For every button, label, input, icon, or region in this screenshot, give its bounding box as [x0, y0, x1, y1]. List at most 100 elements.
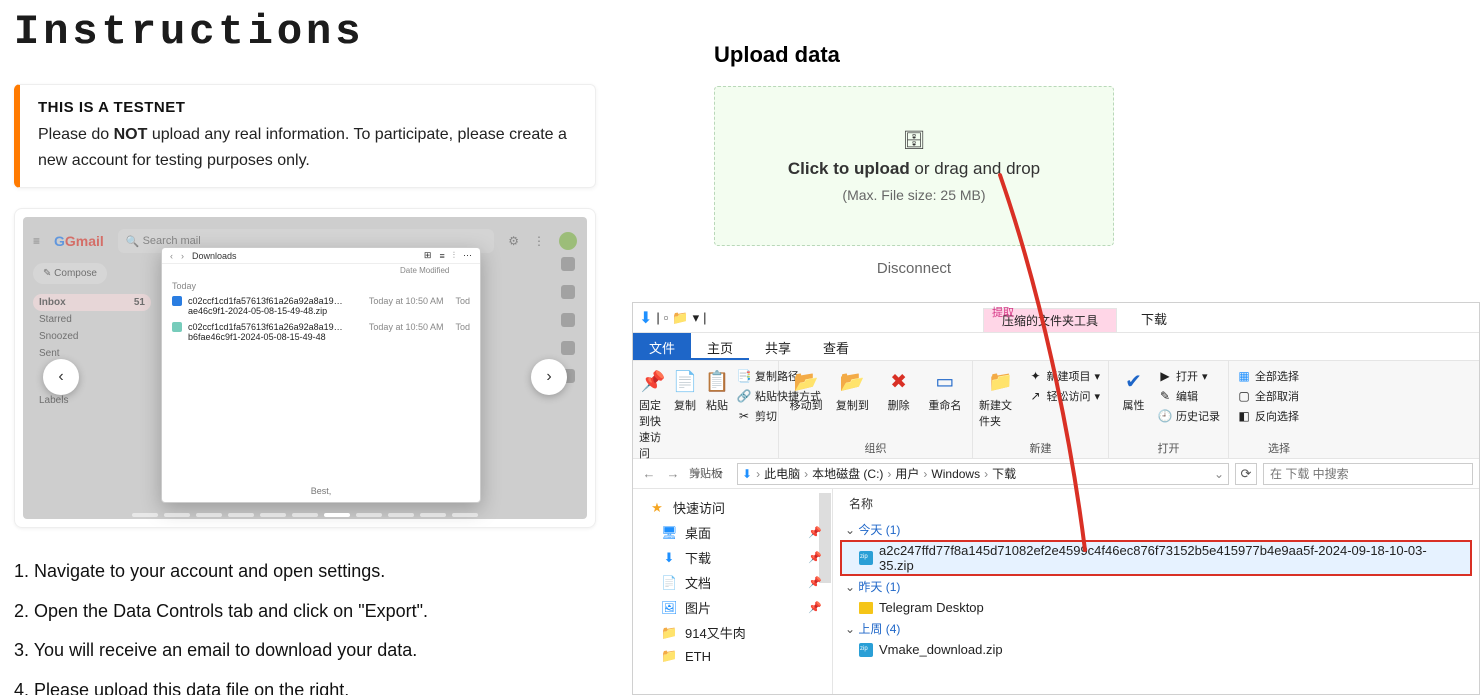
gmail-inbox: Inbox 51: [33, 294, 151, 311]
tab-file[interactable]: 文件: [633, 333, 691, 360]
folder-icon: [859, 602, 873, 614]
nav-downloads[interactable]: ⬇下载📌: [633, 545, 832, 570]
testnet-notice: THIS IS A TESTNET Please do NOT upload a…: [14, 84, 596, 188]
group-today[interactable]: 今天 (1): [841, 518, 1471, 541]
nav-buttons[interactable]: ←→▾↑: [639, 466, 731, 482]
drop-sub: (Max. File size: 25 MB): [842, 187, 985, 203]
gmail-snoozed: Snoozed: [33, 328, 151, 345]
carousel-next-button[interactable]: ›: [531, 359, 567, 395]
delete-button[interactable]: ✖删除: [878, 365, 920, 415]
finder-title: Downloads: [192, 251, 237, 261]
nav-f2[interactable]: 📁ETH: [633, 645, 832, 667]
tab-home[interactable]: 主页: [691, 333, 749, 360]
upload-dropzone[interactable]: 🗄 Click to upload or drag and drop (Max.…: [714, 86, 1114, 246]
ribbon: 📌固定到快速访问 📄复制 📋粘贴 📑复制路径 🔗粘贴快捷方式 ✂剪切 剪贴板 📂…: [633, 361, 1479, 459]
carousel-prev-button[interactable]: ‹: [43, 359, 79, 395]
moveto-button[interactable]: 📂移动到: [785, 365, 827, 415]
finder-window: ‹›Downloads⊞≡⫶⋯ Date Modified Today c02c…: [161, 247, 481, 503]
edit-button[interactable]: ✎编辑: [1156, 387, 1222, 405]
file-selected[interactable]: a2c247ffd77f8a145d71082ef2e4599c4f46ec87…: [841, 541, 1471, 575]
finder-row1: c02ccf1cd1fa57613f61a26a92a8a19…ae46c9f1…: [188, 296, 363, 316]
finder-row1-date: Today at 10:50 AM: [369, 296, 444, 316]
finder-row2: c02ccf1cd1fa57613f61a26a92a8a19…b6fae46c…: [188, 322, 363, 342]
group-lastweek[interactable]: 上周 (4): [841, 617, 1471, 640]
drop-rest: or drag and drop: [910, 159, 1040, 178]
search-input[interactable]: [1263, 463, 1473, 485]
group-yesterday[interactable]: 昨天 (1): [841, 575, 1471, 598]
column-name[interactable]: 名称: [841, 493, 1471, 518]
properties-button[interactable]: ✔属性: [1115, 365, 1152, 415]
finder-section: Today: [162, 277, 480, 293]
ribbon-group-open: 打开: [1115, 438, 1222, 456]
notice-body: Please do NOT upload any real informatio…: [38, 122, 577, 173]
path-users[interactable]: 用户: [895, 465, 919, 482]
file-explorer-window: 提取 ⬇|▫📁▾| 压缩的文件夹工具 下载 文件 主页 共享 查看 📌固定到快速…: [632, 302, 1480, 695]
ribbon-group-select: 选择: [1235, 438, 1323, 456]
gmail-labels: Labels: [33, 392, 151, 409]
file-y1[interactable]: Telegram Desktop: [841, 598, 1471, 617]
carousel-dots[interactable]: [15, 513, 595, 517]
down-arrow-icon: ⬇: [639, 308, 652, 328]
nav-pane[interactable]: ★快速访问 🖥桌面📌 ⬇下载📌 📄文档📌 🖼图片📌 📁914又牛肉 📁ETH: [633, 489, 833, 694]
nav-desktop[interactable]: 🖥桌面📌: [633, 520, 832, 545]
instruction-carousel: ≡ GGmail 🔍 Search mail ⚙⋮ ✎ Compose Inbo…: [14, 208, 596, 528]
file-pane[interactable]: 名称 今天 (1) a2c247ffd77f8a145d71082ef2e459…: [833, 489, 1479, 694]
path-dl[interactable]: 下载: [992, 465, 1016, 482]
paste-button[interactable]: 📋粘贴: [703, 365, 731, 415]
tab-view[interactable]: 查看: [807, 333, 865, 360]
nav-docs[interactable]: 📄文档📌: [633, 570, 832, 595]
drop-bold: Click to upload: [788, 159, 910, 178]
instruction-steps: 1. Navigate to your account and open set…: [14, 552, 596, 695]
zip-icon: [859, 551, 873, 565]
nav-pics[interactable]: 🖼图片📌: [633, 595, 832, 620]
pin-button[interactable]: 📌固定到快速访问: [639, 365, 667, 463]
path-thispc[interactable]: 此电脑: [764, 465, 800, 482]
easyaccess-button[interactable]: ↗轻松访问 ▾: [1026, 387, 1102, 405]
upload-title: Upload data: [714, 42, 1480, 68]
window-title: 下载: [1131, 303, 1177, 332]
step-4: 4. Please upload this data file on the r…: [14, 671, 596, 695]
rename-button[interactable]: ▭重命名: [924, 365, 966, 415]
zip-icon: [859, 643, 873, 657]
step-2: 2. Open the Data Controls tab and click …: [14, 592, 596, 632]
file-y1-name: Telegram Desktop: [879, 600, 984, 615]
gmail-logo-text: Gmail: [65, 233, 104, 249]
notice-pre: Please do: [38, 126, 114, 143]
copyto-button[interactable]: 📂复制到: [831, 365, 873, 415]
compose-label: Compose: [54, 268, 97, 279]
disconnect-link[interactable]: Disconnect: [714, 260, 1114, 277]
newfolder-button[interactable]: 📁新建文件夹: [979, 365, 1022, 431]
selectinv-button[interactable]: ◧反向选择: [1235, 407, 1301, 425]
history-button[interactable]: 🕘历史记录: [1156, 407, 1222, 425]
step-3: 3. You will receive an email to download…: [14, 631, 596, 671]
path-c[interactable]: 本地磁盘 (C:): [812, 465, 883, 482]
ribbon-group-new: 新建: [979, 438, 1102, 456]
ribbon-group-organize: 组织: [785, 438, 966, 456]
path-win[interactable]: Windows: [931, 467, 980, 481]
address-bar[interactable]: ⬇› 此电脑› 本地磁盘 (C:)› 用户› Windows› 下载 ⌄: [737, 463, 1229, 485]
gmail-starred: Starred: [33, 311, 151, 328]
selectall-button[interactable]: ▦全部选择: [1235, 367, 1301, 385]
notice-title: THIS IS A TESTNET: [38, 99, 577, 116]
copy-button[interactable]: 📄复制: [671, 365, 699, 415]
inbox-count: 51: [134, 297, 145, 308]
nav-f1[interactable]: 📁914又牛肉: [633, 620, 832, 645]
finder-row2-date: Today at 10:50 AM: [369, 322, 444, 342]
finder-col-date: Date Modified: [400, 266, 470, 275]
tab-share[interactable]: 共享: [749, 333, 807, 360]
nav-quick-access[interactable]: ★快速访问: [633, 495, 832, 520]
selectnone-button[interactable]: ▢全部取消: [1235, 387, 1301, 405]
newitem-button[interactable]: ✦新建项目 ▾: [1026, 367, 1102, 385]
file-w1[interactable]: Vmake_download.zip: [841, 640, 1471, 659]
inbox-label: Inbox: [39, 297, 66, 308]
gmail-search-text: Search mail: [143, 235, 201, 247]
open-button[interactable]: ▶打开 ▾: [1156, 367, 1222, 385]
database-icon: 🗄: [903, 130, 926, 151]
page-title: Instructions: [14, 8, 596, 56]
gmail-compose: ✎ Compose: [33, 263, 107, 284]
tooltab-caption: 提取: [984, 303, 1022, 321]
refresh-button[interactable]: ⟳: [1235, 463, 1257, 485]
file-w1-name: Vmake_download.zip: [879, 642, 1003, 657]
notice-bold: NOT: [114, 126, 148, 143]
finder-footer: Best,: [162, 486, 480, 496]
